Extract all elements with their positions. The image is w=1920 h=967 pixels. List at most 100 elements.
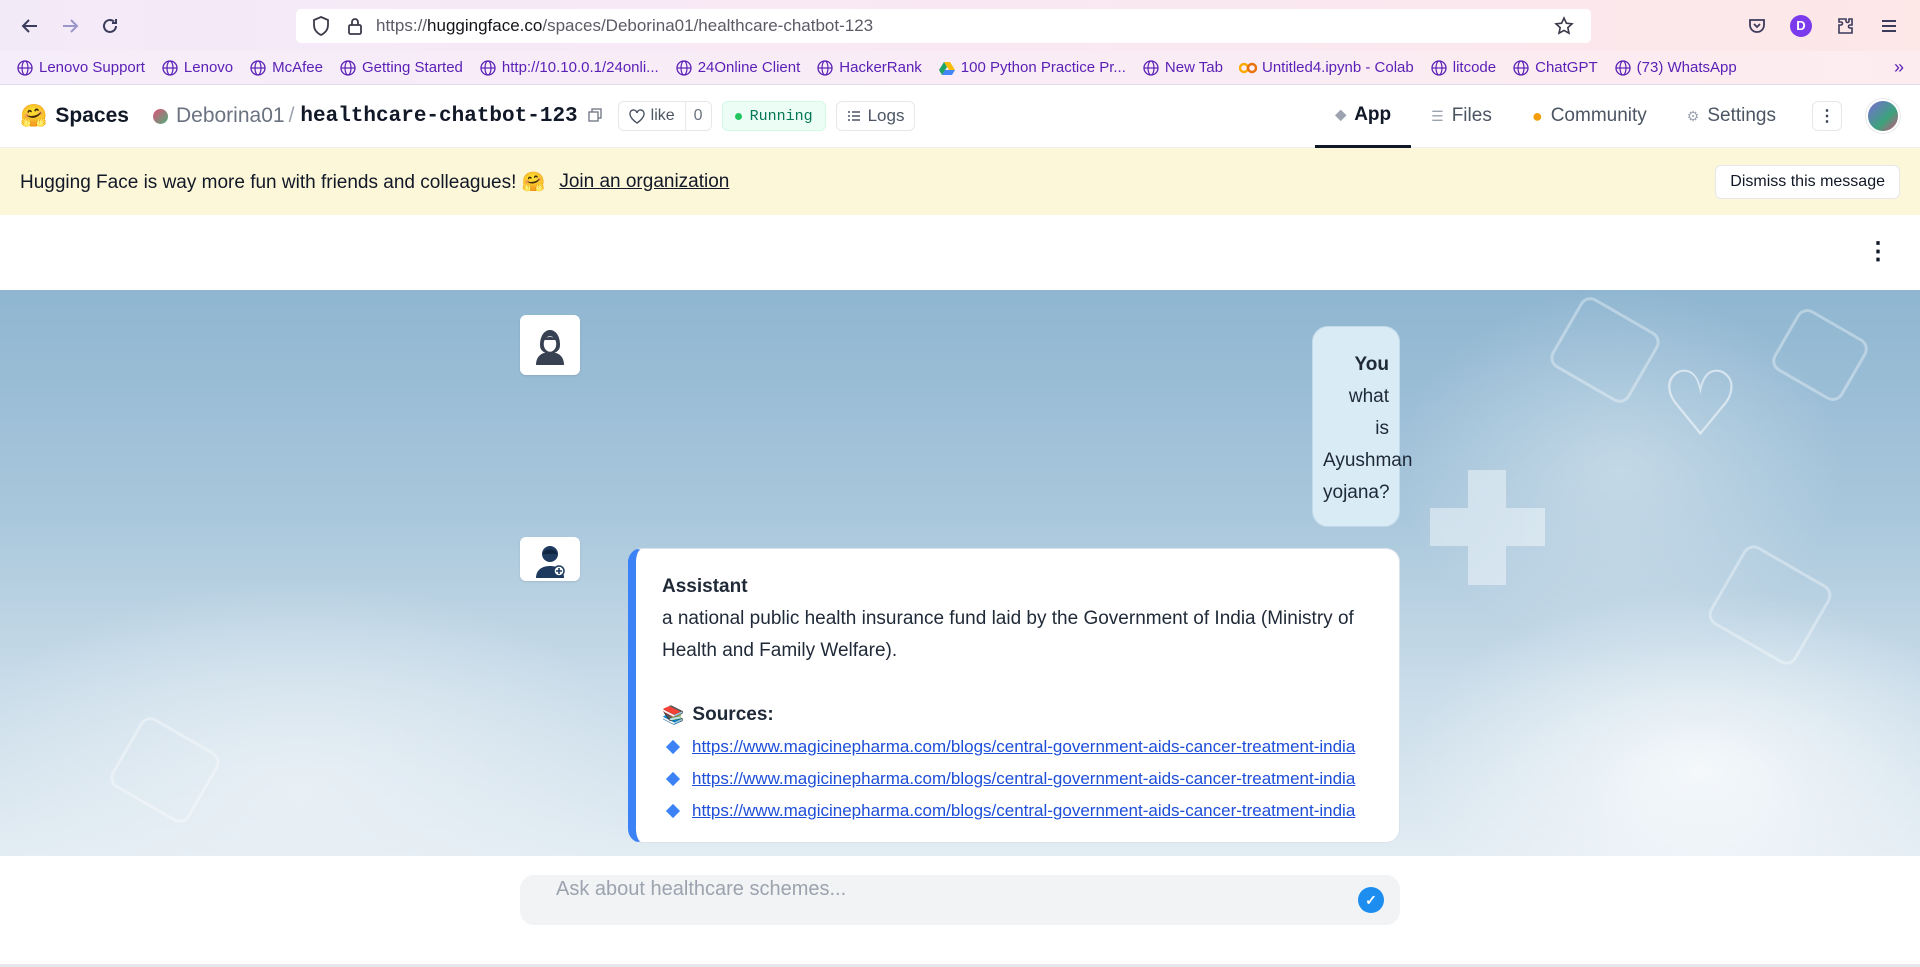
account-avatar: D	[1790, 14, 1812, 37]
heart-icon	[628, 108, 645, 124]
background-heart-icon: ♡	[1660, 355, 1741, 455]
copy-icon[interactable]	[588, 107, 602, 125]
bookmark-label: http://10.10.0.1/24onli...	[501, 59, 659, 76]
hf-header: 🤗 Spaces Deborina01 / healthcare-chatbot…	[0, 85, 1920, 148]
drive-icon	[938, 59, 956, 77]
logs-icon	[847, 111, 860, 121]
tab-app[interactable]: ◆ App	[1315, 85, 1412, 148]
assistant-message-text: a national public health insurance fund …	[662, 608, 1354, 661]
user-sender-label: You	[1354, 354, 1389, 375]
chat-input-box: ✓	[520, 875, 1400, 925]
extensions-icon[interactable]	[1830, 11, 1860, 41]
address-bar[interactable]: https://huggingface.co/spaces/Deborina01…	[296, 8, 1591, 43]
user-message-bubble: You what is Ayushman yojana?	[1312, 326, 1413, 527]
bookmark-label: McAfee	[272, 59, 323, 76]
background-hexagon	[1704, 541, 1836, 669]
community-icon: ●	[1531, 105, 1543, 126]
org-banner: Hugging Face is way more fun with friend…	[0, 148, 1920, 215]
back-button[interactable]	[10, 6, 50, 46]
url-text[interactable]: https://huggingface.co/spaces/Deborina01…	[376, 16, 1549, 36]
bookmark-label: HackerRank	[839, 59, 922, 76]
bookmark-label: ChatGPT	[1535, 59, 1598, 76]
colab-icon	[1238, 59, 1257, 77]
like-button[interactable]: like 0	[617, 101, 712, 131]
status-badge[interactable]: Running	[721, 101, 826, 131]
user-avatar	[520, 315, 580, 375]
bookmark-item[interactable]: ChatGPT	[1512, 59, 1598, 77]
owner-link[interactable]: Deborina01	[176, 104, 285, 128]
bookmark-item[interactable]: http://10.10.0.1/24onli...	[479, 59, 659, 77]
reload-button[interactable]	[90, 6, 130, 46]
join-organization-link[interactable]: Join an organization	[559, 171, 729, 193]
tab-community-label: Community	[1550, 105, 1647, 126]
bookmark-label: Lenovo	[183, 59, 234, 76]
banner-text: Hugging Face is way more fun with friend…	[20, 171, 546, 193]
source-link[interactable]: https://www.magicinepharma.com/blogs/cen…	[692, 731, 1355, 763]
logs-label: Logs	[867, 106, 905, 125]
bookmark-item[interactable]: Lenovo	[161, 59, 233, 77]
bookmark-item[interactable]: (73) WhatsApp	[1614, 59, 1737, 77]
forward-button[interactable]	[50, 6, 90, 46]
like-main[interactable]: like	[619, 107, 685, 125]
source-link[interactable]: https://www.magicinepharma.com/blogs/cen…	[692, 795, 1355, 827]
list-item: https://www.magicinepharma.com/blogs/cen…	[662, 795, 1373, 827]
like-count[interactable]: 0	[684, 102, 711, 130]
shield-icon[interactable]	[308, 15, 334, 36]
spaces-label: Spaces	[55, 104, 129, 127]
sources-heading: 📚 Sources:	[662, 699, 1373, 731]
globe-icon	[1512, 59, 1530, 77]
dismiss-button[interactable]: Dismiss this message	[1715, 164, 1900, 199]
more-options-button[interactable]: ⋮	[1812, 101, 1842, 131]
account-button[interactable]: D	[1786, 11, 1816, 41]
bookmarks-overflow-icon[interactable]: »	[1894, 57, 1904, 78]
spaces-logo[interactable]: 🤗 Spaces	[20, 103, 129, 129]
menu-icon[interactable]	[1874, 11, 1904, 41]
background-hexagon	[106, 712, 224, 828]
bookmark-item[interactable]: Lenovo Support	[16, 59, 145, 77]
bookmark-item[interactable]: Untitled4.ipynb - Colab	[1238, 59, 1414, 77]
tab-settings[interactable]: ⚙ Settings	[1667, 85, 1796, 148]
globe-icon	[16, 59, 34, 77]
bookmark-label: Getting Started	[362, 59, 463, 76]
background-hexagon	[1767, 304, 1873, 406]
bookmark-item[interactable]: New Tab	[1142, 59, 1223, 77]
assistant-avatar	[520, 537, 580, 581]
status-dot-icon	[734, 112, 742, 120]
bookmark-label: (73) WhatsApp	[1636, 59, 1737, 76]
bookmark-item[interactable]: Getting Started	[339, 59, 463, 77]
books-icon: 📚	[662, 705, 685, 725]
assistant-sender-label: Assistant	[662, 576, 748, 597]
bookmark-item[interactable]: McAfee	[249, 59, 323, 77]
checkmark-icon: ✓	[1365, 891, 1377, 908]
logs-button[interactable]: Logs	[835, 101, 916, 131]
browser-toolbar-right: D	[1742, 11, 1910, 41]
lock-icon[interactable]	[342, 17, 368, 35]
gear-icon: ⚙	[1686, 107, 1700, 124]
chat-area: ♡ You what is Ayushman yojana? Assistant…	[0, 290, 1920, 856]
browser-toolbar: https://huggingface.co/spaces/Deborina01…	[0, 0, 1920, 51]
avatar[interactable]	[1866, 99, 1900, 133]
globe-icon	[161, 59, 179, 77]
source-link[interactable]: https://www.magicinepharma.com/blogs/cen…	[692, 763, 1355, 795]
vertical-dots-icon: ⋮	[1819, 108, 1835, 125]
bookmark-item[interactable]: 100 Python Practice Pr...	[938, 59, 1126, 77]
pocket-icon[interactable]	[1742, 11, 1772, 41]
chat-input[interactable]	[556, 877, 1358, 901]
user-avatar-icon	[536, 330, 564, 365]
bookmark-item[interactable]: litcode	[1430, 59, 1496, 77]
owner-avatar-icon	[152, 108, 168, 124]
app-menu-icon[interactable]: ⋮	[1866, 237, 1890, 266]
tab-files[interactable]: ☰ Files	[1411, 85, 1512, 148]
send-button[interactable]: ✓	[1358, 887, 1384, 913]
bookmark-star-icon[interactable]	[1549, 11, 1579, 41]
breadcrumb-separator: /	[288, 104, 295, 127]
tab-community[interactable]: ● Community	[1512, 85, 1667, 148]
bookmark-item[interactable]: HackerRank	[816, 59, 922, 77]
bookmark-item[interactable]: 24Online Client	[675, 59, 800, 77]
globe-icon	[339, 59, 357, 77]
forward-arrow-icon	[63, 18, 79, 33]
globe-icon	[1614, 59, 1632, 77]
repo-name-link[interactable]: healthcare-chatbot-123	[300, 105, 577, 128]
user-message-text: what is Ayushman yojana?	[1323, 386, 1413, 503]
sources-list: https://www.magicinepharma.com/blogs/cen…	[662, 731, 1373, 827]
